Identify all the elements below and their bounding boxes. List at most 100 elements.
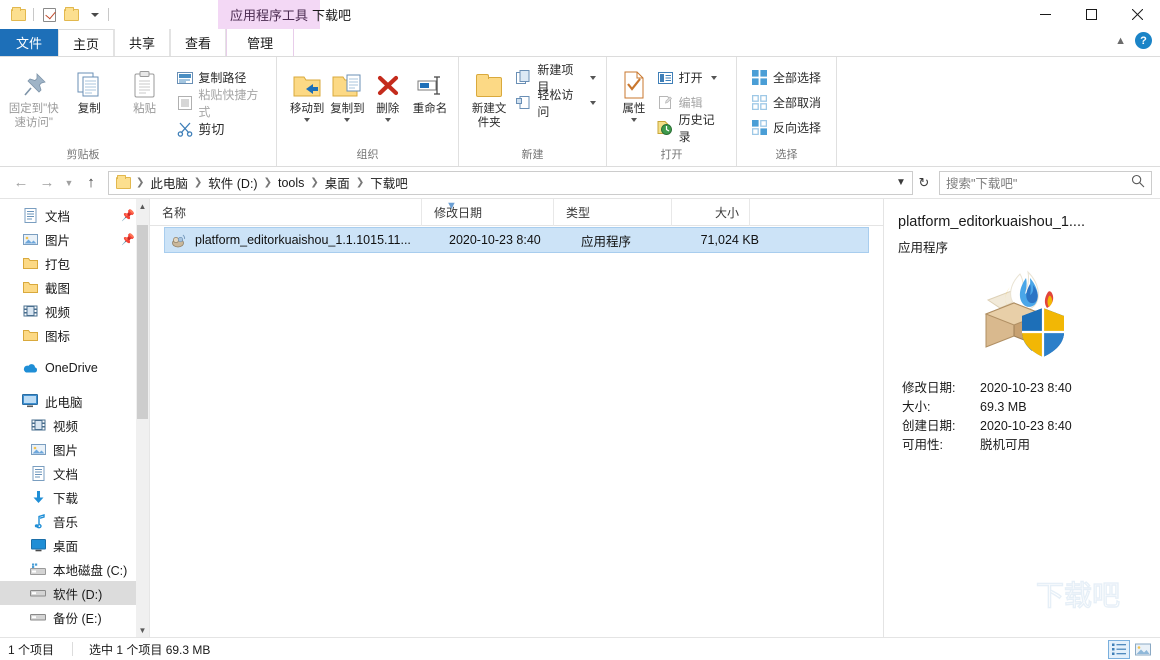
- sidebar-item-dabao[interactable]: 打包: [0, 251, 149, 275]
- breadcrumb-item-0[interactable]: 此电脑: [145, 173, 193, 192]
- sidebar-item-this-pc[interactable]: 此电脑: [0, 389, 149, 413]
- paste-button[interactable]: 粘贴: [117, 62, 172, 116]
- rename-button[interactable]: 重命名: [408, 62, 452, 116]
- properties-caret-icon[interactable]: [630, 118, 637, 123]
- sidebar-item-label: 桌面: [53, 539, 79, 554]
- back-arrow-icon[interactable]: ←: [8, 171, 34, 195]
- pin-icon[interactable]: 📌: [121, 209, 135, 222]
- select-all-button[interactable]: 全部选择: [747, 66, 825, 89]
- history-button[interactable]: 历史记录: [653, 113, 730, 144]
- sidebar-item-videos-quick[interactable]: 视频: [0, 299, 149, 323]
- maximize-button[interactable]: [1068, 0, 1114, 29]
- search-icon[interactable]: [1131, 174, 1145, 191]
- sidebar-item-desktop[interactable]: 桌面: [0, 533, 149, 557]
- breadcrumb-item-3[interactable]: 桌面: [320, 173, 355, 192]
- column-header-name[interactable]: 名称: [150, 198, 422, 226]
- breadcrumb[interactable]: ❯ 此电脑 ❯ 软件 (D:) ❯ tools ❯ 桌面 ❯ 下载吧 ▼: [108, 170, 913, 195]
- new-folder-button[interactable]: 新建文件夹: [467, 62, 511, 131]
- breadcrumb-separator: ❯: [136, 177, 145, 188]
- paste-shortcut-button[interactable]: 粘贴快捷方式: [172, 88, 270, 119]
- select-all-icon: [751, 69, 768, 86]
- tab-view[interactable]: 查看: [170, 29, 227, 56]
- new-item-caret-icon[interactable]: [590, 75, 596, 80]
- sidebar-item-pictures-quick[interactable]: 图片 📌: [0, 227, 149, 251]
- pin-label: 固定到"快速访问": [8, 103, 59, 130]
- delete-button[interactable]: 删除: [368, 62, 408, 123]
- column-header-size[interactable]: 大小: [672, 198, 750, 226]
- tab-file[interactable]: 文件: [0, 29, 59, 56]
- invert-selection-button[interactable]: 反向选择: [747, 116, 825, 139]
- table-row[interactable]: platform_editorkuaishou_1.1.1015.11... 2…: [164, 227, 869, 253]
- easy-access-caret-icon[interactable]: [590, 100, 596, 105]
- details-property-row: 可用性: 脱机可用: [902, 436, 1160, 455]
- sidebar-item-onedrive[interactable]: OneDrive: [0, 356, 149, 380]
- details-view-icon[interactable]: [1108, 640, 1130, 659]
- sidebar-item-local-disk-c[interactable]: 本地磁盘 (C:): [0, 557, 149, 581]
- sidebar-item-documents[interactable]: 文档: [0, 461, 149, 485]
- breadcrumb-item-1[interactable]: 软件 (D:): [203, 173, 262, 192]
- title-bar: 应用程序工具 下载吧: [0, 0, 1160, 29]
- refresh-icon[interactable]: ↻: [913, 171, 935, 195]
- sidebar-item-software-d[interactable]: 软件 (D:): [0, 581, 149, 605]
- select-small-buttons: 全部选择 全部取消 反向选择: [747, 62, 825, 139]
- tab-view-label: 查看: [185, 36, 212, 51]
- sidebar-item-pictures[interactable]: 图片: [0, 437, 149, 461]
- sidebar-item-label: 文档: [45, 209, 71, 224]
- search-input[interactable]: 搜索"下载吧": [939, 170, 1152, 195]
- open-caret-icon[interactable]: [710, 75, 717, 80]
- breadcrumb-item-2[interactable]: tools: [273, 176, 309, 190]
- select-none-label: 全部取消: [773, 96, 822, 110]
- scroll-down-arrow[interactable]: ▼: [136, 623, 149, 637]
- sidebar-item-jietu[interactable]: 截图: [0, 275, 149, 299]
- column-header-date[interactable]: 修改日期: [422, 198, 554, 226]
- sidebar-item-documents-quick[interactable]: 文档 📌: [0, 203, 149, 227]
- copy-button[interactable]: 复制: [61, 62, 116, 116]
- details-property-label: 修改日期:: [902, 380, 956, 395]
- pin-icon[interactable]: 📌: [121, 233, 135, 246]
- navigation-pane-scrollbar[interactable]: ▲: [136, 199, 149, 637]
- pin-to-quick-access-button[interactable]: 固定到"快速访问": [6, 62, 61, 131]
- delete-caret-icon[interactable]: [384, 118, 391, 123]
- properties-checkbox-icon[interactable]: [38, 3, 60, 27]
- recent-locations-icon[interactable]: ▼: [60, 171, 78, 195]
- copy-to-caret-icon[interactable]: [344, 118, 351, 123]
- minimize-button[interactable]: [1022, 0, 1068, 29]
- sidebar-item-music[interactable]: 音乐: [0, 509, 149, 533]
- tab-share[interactable]: 共享: [114, 29, 171, 56]
- sidebar-item-label: 音乐: [53, 515, 79, 530]
- sidebar-item-backup-e[interactable]: 备份 (E:): [0, 605, 149, 629]
- copy-to-button[interactable]: 复制到: [327, 62, 367, 123]
- scroll-up-arrow[interactable]: ▲: [136, 199, 149, 213]
- address-dropdown-icon[interactable]: ▼: [892, 177, 910, 188]
- move-to-button[interactable]: 移动到: [287, 62, 327, 123]
- scrollbar-thumb[interactable]: [137, 225, 148, 419]
- new-folder-icon[interactable]: [60, 3, 82, 27]
- system-menu-folder-icon[interactable]: [7, 3, 29, 27]
- tab-manage[interactable]: 管理: [226, 29, 295, 56]
- large-icons-view-icon[interactable]: [1132, 640, 1154, 659]
- up-arrow-icon[interactable]: ↑: [78, 171, 104, 195]
- select-none-button[interactable]: 全部取消: [747, 91, 825, 114]
- collapse-ribbon-icon[interactable]: ▲: [1115, 35, 1126, 47]
- sidebar-item-videos[interactable]: 视频: [0, 413, 149, 437]
- forward-arrow-icon[interactable]: →: [34, 171, 60, 195]
- easy-access-button[interactable]: 轻松访问: [511, 88, 600, 119]
- breadcrumb-item-4[interactable]: 下载吧: [365, 173, 413, 192]
- properties-button[interactable]: 属性: [615, 62, 653, 123]
- move-to-caret-icon[interactable]: [304, 118, 311, 123]
- sidebar-item-tubiao[interactable]: 图标: [0, 323, 149, 347]
- sidebar-item-downloads[interactable]: 下载: [0, 485, 149, 509]
- videos-icon: [22, 303, 38, 319]
- file-name-text: platform_editorkuaishou_1.1.1015.11...: [195, 233, 411, 247]
- customize-quick-access-caret-icon[interactable]: [82, 3, 104, 27]
- help-icon[interactable]: ?: [1135, 32, 1152, 49]
- copy-to-label: 复制到: [330, 103, 365, 115]
- group-title-select: 选择: [775, 149, 798, 161]
- column-header-name-label: 名称: [162, 205, 187, 220]
- column-header-type[interactable]: 类型: [554, 198, 672, 226]
- cut-button[interactable]: 剪切: [172, 116, 270, 141]
- watermark-text: 下载吧: [1036, 580, 1120, 611]
- tab-home[interactable]: 主页: [58, 29, 115, 56]
- close-button[interactable]: [1114, 0, 1160, 29]
- open-button[interactable]: 打开: [653, 66, 730, 89]
